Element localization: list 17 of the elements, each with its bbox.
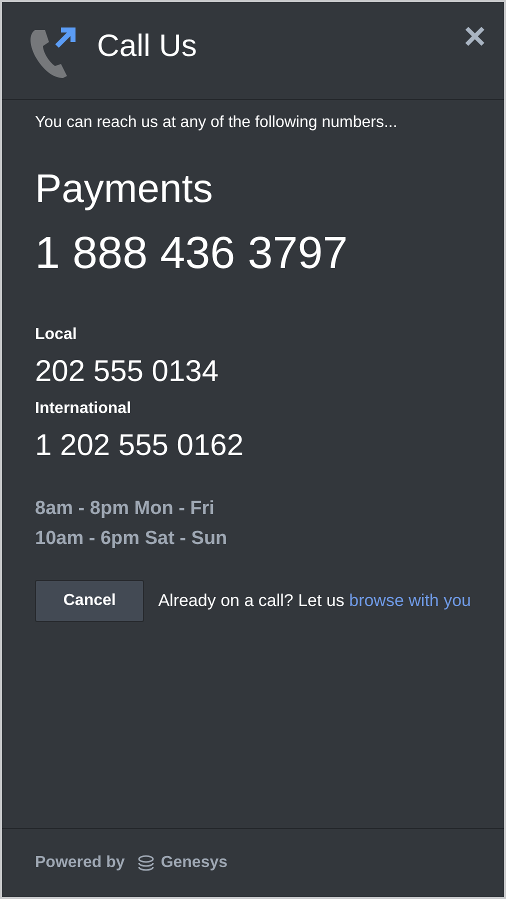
- intro-text: You can reach us at any of the following numbers...: [35, 114, 398, 132]
- hours-text: 10am - 6pm Sat - Sun: [35, 528, 228, 550]
- browse-link[interactable]: browse with you: [349, 591, 471, 610]
- powered-by-text: Powered by: [35, 854, 125, 872]
- number-label: Local: [35, 326, 78, 344]
- stack-icon: [136, 855, 155, 871]
- department-title: Payments: [35, 166, 214, 212]
- hours-text: 8am - 8pm Mon - Fri: [35, 498, 216, 520]
- cancel-button[interactable]: Cancel: [35, 580, 144, 622]
- phone-number: 1 202 555 0162: [35, 428, 245, 464]
- phone-number: 1 888 436 3797: [35, 226, 349, 280]
- dialog-title: Call Us: [97, 28, 198, 64]
- close-button[interactable]: ×: [462, 22, 488, 52]
- brand-name: Genesys: [160, 854, 228, 872]
- browse-text: Already on a call? Let us browse with you: [158, 591, 471, 611]
- number-label: International: [35, 400, 132, 418]
- phone-number: 202 555 0134: [35, 354, 220, 390]
